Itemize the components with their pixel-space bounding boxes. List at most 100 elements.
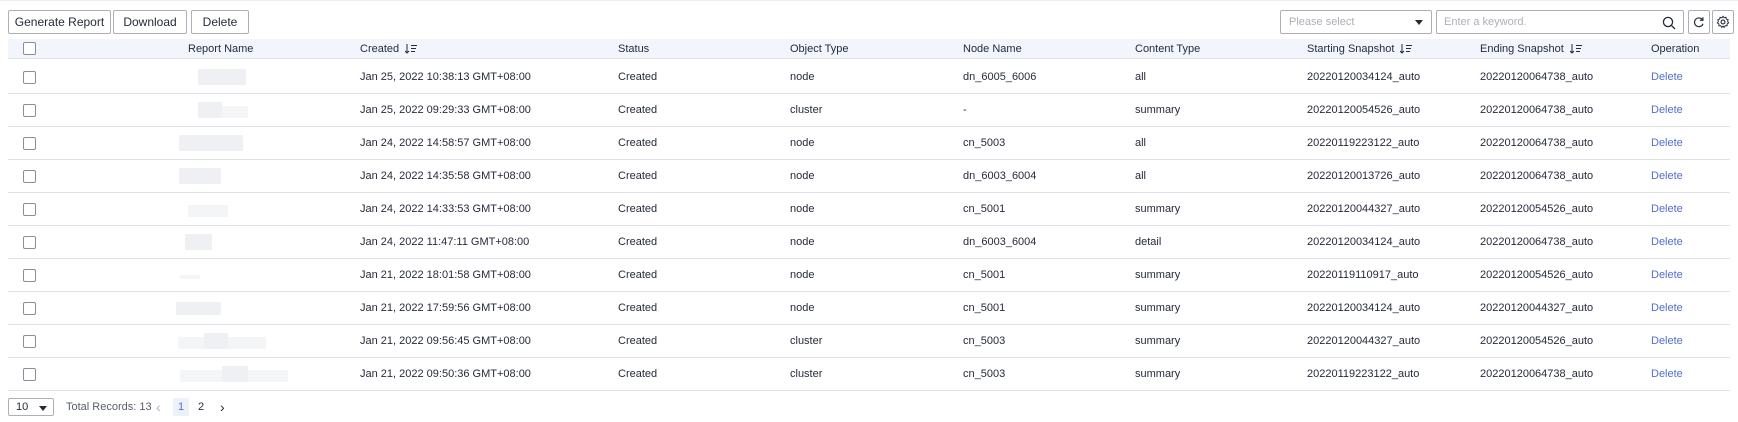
report-name-redacted	[176, 302, 221, 315]
object-type-cell: cluster	[790, 335, 823, 347]
search-input[interactable]	[1444, 14, 1644, 30]
page-size-select[interactable]: 10	[8, 398, 54, 416]
column-header-object-type[interactable]: Object Type	[790, 39, 849, 59]
table-row[interactable]: Jan 25, 2022 10:38:13 GMT+08:00 Created …	[8, 61, 1730, 94]
column-header-content-type[interactable]: Content Type	[1135, 39, 1200, 59]
column-header-starting-snapshot[interactable]: Starting Snapshot	[1307, 39, 1413, 59]
ending-snapshot-cell: 20220120044327_auto	[1480, 302, 1594, 314]
content-type-cell: summary	[1135, 203, 1181, 215]
row-checkbox[interactable]	[23, 170, 36, 183]
caret-down-icon	[39, 406, 47, 411]
table-row[interactable]: Jan 21, 2022 09:50:36 GMT+08:00 Created …	[8, 358, 1730, 391]
column-header-node-name[interactable]: Node Name	[963, 39, 1022, 59]
column-header-status[interactable]: Status	[618, 39, 649, 59]
table-row[interactable]: Jan 21, 2022 09:56:45 GMT+08:00 Created …	[8, 325, 1730, 358]
report-name-redacted	[228, 337, 266, 349]
filter-select-placeholder: Please select	[1289, 16, 1355, 28]
starting-snapshot-cell: 20220119110917_auto	[1307, 269, 1419, 281]
prev-page-icon[interactable]: ‹	[156, 399, 161, 415]
delete-button[interactable]: Delete	[191, 10, 249, 34]
search-icon[interactable]	[1661, 15, 1677, 31]
table-row[interactable]: Jan 21, 2022 17:59:56 GMT+08:00 Created …	[8, 292, 1730, 325]
report-page: Generate Report Download Delete Please s…	[0, 0, 1738, 422]
delete-link[interactable]: Delete	[1651, 160, 1683, 193]
row-checkbox[interactable]	[23, 71, 36, 84]
object-type-cell: cluster	[790, 368, 823, 380]
node-name-cell: dn_6003_6004	[963, 170, 1037, 182]
ending-snapshot-cell: 20220120064738_auto	[1480, 137, 1594, 149]
ending-snapshot-cell: 20220120054526_auto	[1480, 203, 1594, 215]
created-cell: Jan 21, 2022 18:01:58 GMT+08:00	[360, 269, 531, 281]
delete-link[interactable]: Delete	[1651, 358, 1683, 391]
delete-link[interactable]: Delete	[1651, 193, 1683, 226]
created-cell: Jan 25, 2022 10:38:13 GMT+08:00	[360, 71, 531, 83]
starting-snapshot-cell: 20220120013726_auto	[1307, 170, 1421, 182]
status-cell: Created	[618, 71, 658, 83]
row-checkbox[interactable]	[23, 335, 36, 348]
content-type-cell: summary	[1135, 302, 1181, 314]
ending-snapshot-cell: 20220120064738_auto	[1480, 236, 1594, 248]
status-cell: Created	[618, 203, 658, 215]
row-checkbox[interactable]	[23, 137, 36, 150]
column-header-report-name[interactable]: Report Name	[188, 39, 253, 59]
status-cell: Created	[618, 137, 658, 149]
status-cell: Created	[618, 302, 658, 314]
table-row[interactable]: Jan 24, 2022 14:35:58 GMT+08:00 Created …	[8, 160, 1730, 193]
node-name-cell: dn_6003_6004	[963, 236, 1037, 248]
starting-snapshot-cell: 20220119223122_auto	[1307, 368, 1420, 380]
row-checkbox[interactable]	[23, 269, 36, 282]
starting-snapshot-cell: 20220120034124_auto	[1307, 71, 1421, 83]
created-cell: Jan 21, 2022 09:50:36 GMT+08:00	[360, 368, 531, 380]
delete-link[interactable]: Delete	[1651, 325, 1683, 358]
sort-icon[interactable]	[1569, 44, 1582, 54]
row-checkbox[interactable]	[23, 236, 36, 249]
starting-snapshot-cell: 20220120044327_auto	[1307, 203, 1421, 215]
delete-link[interactable]: Delete	[1651, 94, 1683, 127]
status-cell: Created	[618, 269, 658, 281]
download-button[interactable]: Download	[113, 10, 187, 34]
content-type-cell: summary	[1135, 368, 1181, 380]
report-name-redacted	[248, 370, 288, 382]
table-row[interactable]: Jan 24, 2022 14:58:57 GMT+08:00 Created …	[8, 127, 1730, 160]
starting-snapshot-cell: 20220120044327_auto	[1307, 335, 1421, 347]
sort-icon[interactable]	[1400, 44, 1413, 54]
report-name-redacted	[198, 102, 222, 118]
select-all-checkbox[interactable]	[23, 42, 36, 55]
content-type-cell: detail	[1135, 236, 1162, 248]
delete-link[interactable]: Delete	[1651, 226, 1683, 259]
page-1-button[interactable]: 1	[173, 398, 189, 416]
column-header-ending-snapshot-label: Ending Snapshot	[1480, 43, 1564, 55]
next-page-icon[interactable]: ›	[220, 399, 225, 415]
total-records: Total Records: 13	[66, 401, 152, 413]
row-checkbox[interactable]	[23, 104, 36, 117]
content-type-cell: summary	[1135, 269, 1181, 281]
table-row[interactable]: Jan 24, 2022 14:33:53 GMT+08:00 Created …	[8, 193, 1730, 226]
delete-link[interactable]: Delete	[1651, 127, 1683, 160]
table-row[interactable]: Jan 24, 2022 11:47:11 GMT+08:00 Created …	[8, 226, 1730, 259]
report-name-redacted	[185, 234, 212, 250]
node-name-cell: cn_5003	[963, 137, 1006, 149]
filter-select[interactable]: Please select	[1280, 10, 1432, 34]
row-checkbox[interactable]	[23, 203, 36, 216]
delete-link[interactable]: Delete	[1651, 259, 1683, 292]
sort-icon[interactable]	[405, 44, 418, 54]
caret-down-icon	[1415, 20, 1423, 25]
table-row[interactable]: Jan 25, 2022 09:29:33 GMT+08:00 Created …	[8, 94, 1730, 127]
table-header: Report Name Created Status Object Type N…	[8, 39, 1730, 59]
ending-snapshot-cell: 20220120054526_auto	[1480, 269, 1594, 281]
page-2-button[interactable]: 2	[193, 398, 209, 416]
search-box	[1436, 10, 1684, 34]
delete-link[interactable]: Delete	[1651, 61, 1683, 94]
settings-button[interactable]	[1712, 10, 1734, 34]
refresh-button[interactable]	[1688, 10, 1710, 34]
table-row[interactable]: Jan 21, 2022 18:01:58 GMT+08:00 Created …	[8, 259, 1730, 292]
column-header-ending-snapshot[interactable]: Ending Snapshot	[1480, 39, 1582, 59]
row-checkbox[interactable]	[23, 302, 36, 315]
generate-report-button[interactable]: Generate Report	[8, 10, 111, 34]
status-cell: Created	[618, 104, 658, 116]
gear-icon	[1716, 15, 1730, 29]
delete-link[interactable]: Delete	[1651, 292, 1683, 325]
column-header-created[interactable]: Created	[360, 39, 418, 59]
object-type-cell: node	[790, 236, 815, 248]
row-checkbox[interactable]	[23, 368, 36, 381]
